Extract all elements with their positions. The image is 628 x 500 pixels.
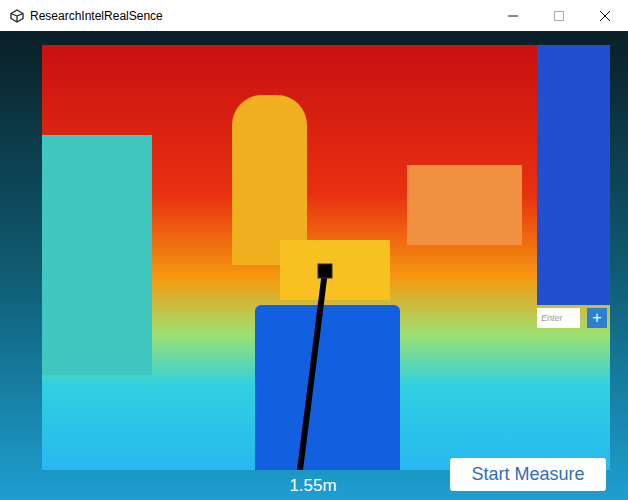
point-input[interactable] [537, 308, 580, 328]
maximize-button[interactable] [536, 0, 582, 31]
depth-right-edge [537, 45, 610, 305]
maximize-icon [554, 11, 564, 21]
title-bar: ResearchIntelRealSence [0, 0, 628, 31]
window-title: ResearchIntelRealSence [30, 7, 163, 25]
unity-logo-icon [10, 9, 24, 23]
depth-shelf [42, 135, 152, 375]
measure-line-icon [42, 45, 610, 470]
main-area: +1.55m Start Measure [0, 31, 628, 500]
distance-reading: 1.55m [289, 474, 336, 498]
app-window: ResearchIntelRealSence +1.55m Start Measur… [0, 0, 628, 500]
minimize-icon [508, 11, 518, 21]
minimize-button[interactable] [490, 0, 536, 31]
depth-view[interactable]: + [42, 45, 610, 470]
depth-board [280, 240, 390, 300]
depth-panel [407, 165, 522, 245]
close-icon [600, 11, 610, 21]
depth-box [255, 305, 400, 470]
add-button[interactable]: + [587, 308, 607, 328]
close-button[interactable] [582, 0, 628, 31]
start-measure-button[interactable]: Start Measure [450, 458, 606, 491]
